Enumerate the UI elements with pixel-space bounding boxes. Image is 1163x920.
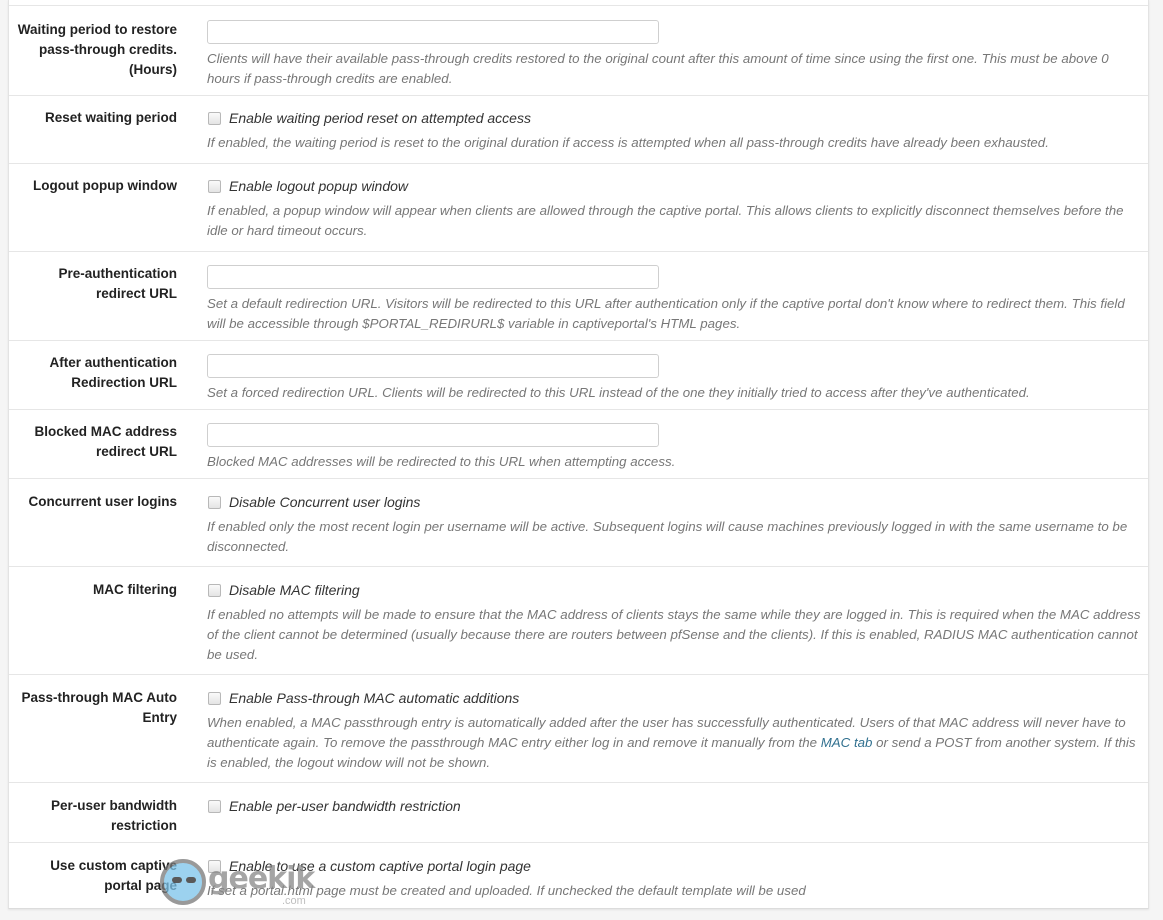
reset-waiting-period-label: Reset waiting period [44,110,177,125]
setting-row-concurrent-logins: Concurrent user logins Disable Concurren… [9,478,1148,566]
passthrough-mac-auto-help: When enabled, a MAC passthrough entry is… [207,713,1142,773]
concurrent-logins-label: Concurrent user logins [28,494,177,509]
mac-filtering-check-label[interactable]: Disable MAC filtering [229,582,360,598]
logout-popup-help: If enabled, a popup window will appear w… [207,203,1124,238]
blocked-mac-redirect-help: Blocked MAC addresses will be redirected… [207,454,676,469]
preauth-redirect-help: Set a default redirection URL. Visitors … [207,296,1125,331]
captive-portal-settings-panel: Waiting period to restore pass-through c… [8,0,1149,909]
mac-filtering-help: If enabled no attempts will be made to e… [207,607,1141,662]
logout-popup-checkbox[interactable] [208,179,221,193]
per-user-bandwidth-checkbox[interactable] [208,799,221,813]
setting-row-reset-waiting-period: Reset waiting period Enable waiting peri… [9,95,1148,163]
blocked-mac-redirect-input[interactable] [207,423,659,447]
waiting-period-label: Waiting period to restore pass-through c… [17,22,177,77]
setting-row-logout-popup: Logout popup window Enable logout popup … [9,163,1148,251]
waiting-period-help: Clients will have their available pass-t… [207,51,1109,86]
passthrough-mac-auto-checkbox[interactable] [208,691,221,705]
passthrough-mac-auto-label: Pass-through MAC Auto Entry [21,690,178,725]
setting-row-per-user-bandwidth: Per-user bandwidth restriction Enable pe… [9,782,1148,842]
mac-tab-link[interactable]: MAC tab [821,735,873,750]
preauth-redirect-label: Pre-authentication redirect URL [58,266,177,301]
waiting-period-input[interactable] [207,20,659,44]
logout-popup-label: Logout popup window [33,178,177,193]
custom-portal-page-help: If set a portal.html page must be create… [207,883,806,898]
concurrent-logins-check-label[interactable]: Disable Concurrent user logins [229,494,420,510]
setting-row-mac-filtering: MAC filtering Disable MAC filtering If e… [9,566,1148,674]
custom-portal-page-checkbox[interactable] [208,859,221,873]
per-user-bandwidth-check-label[interactable]: Enable per-user bandwidth restriction [229,798,461,814]
setting-row-passthrough-mac-auto: Pass-through MAC Auto Entry Enable Pass-… [9,674,1148,782]
concurrent-logins-checkbox[interactable] [208,495,221,509]
per-user-bandwidth-label: Per-user bandwidth restriction [50,798,177,833]
postauth-redirect-label: After authentication Redirection URL [49,355,177,390]
setting-row-waiting-period: Waiting period to restore pass-through c… [9,5,1148,95]
setting-row-postauth-redirect: After authentication Redirection URL Set… [9,340,1148,409]
preauth-redirect-input[interactable] [207,265,659,289]
mac-filtering-label: MAC filtering [93,582,177,597]
setting-row-blocked-mac-redirect: Blocked MAC address redirect URL Blocked… [9,409,1148,478]
concurrent-logins-help: If enabled only the most recent login pe… [207,519,1128,554]
reset-waiting-period-check-label[interactable]: Enable waiting period reset on attempted… [229,110,531,126]
setting-row-preauth-redirect: Pre-authentication redirect URL Set a de… [9,251,1148,340]
reset-waiting-period-checkbox[interactable] [208,111,221,125]
mac-filtering-checkbox[interactable] [208,583,221,597]
passthrough-mac-auto-check-label[interactable]: Enable Pass-through MAC automatic additi… [229,690,519,706]
postauth-redirect-input[interactable] [207,354,659,378]
logout-popup-check-label[interactable]: Enable logout popup window [229,178,408,194]
custom-portal-page-label: Use custom captive portal page [50,858,177,893]
setting-row-custom-portal-page: Use custom captive portal page Enable to… [9,842,1148,908]
custom-portal-page-check-label[interactable]: Enable to use a custom captive portal lo… [229,858,531,874]
blocked-mac-redirect-label: Blocked MAC address redirect URL [34,424,177,459]
postauth-redirect-help: Set a forced redirection URL. Clients wi… [207,385,1030,400]
reset-waiting-period-help: If enabled, the waiting period is reset … [207,135,1049,150]
